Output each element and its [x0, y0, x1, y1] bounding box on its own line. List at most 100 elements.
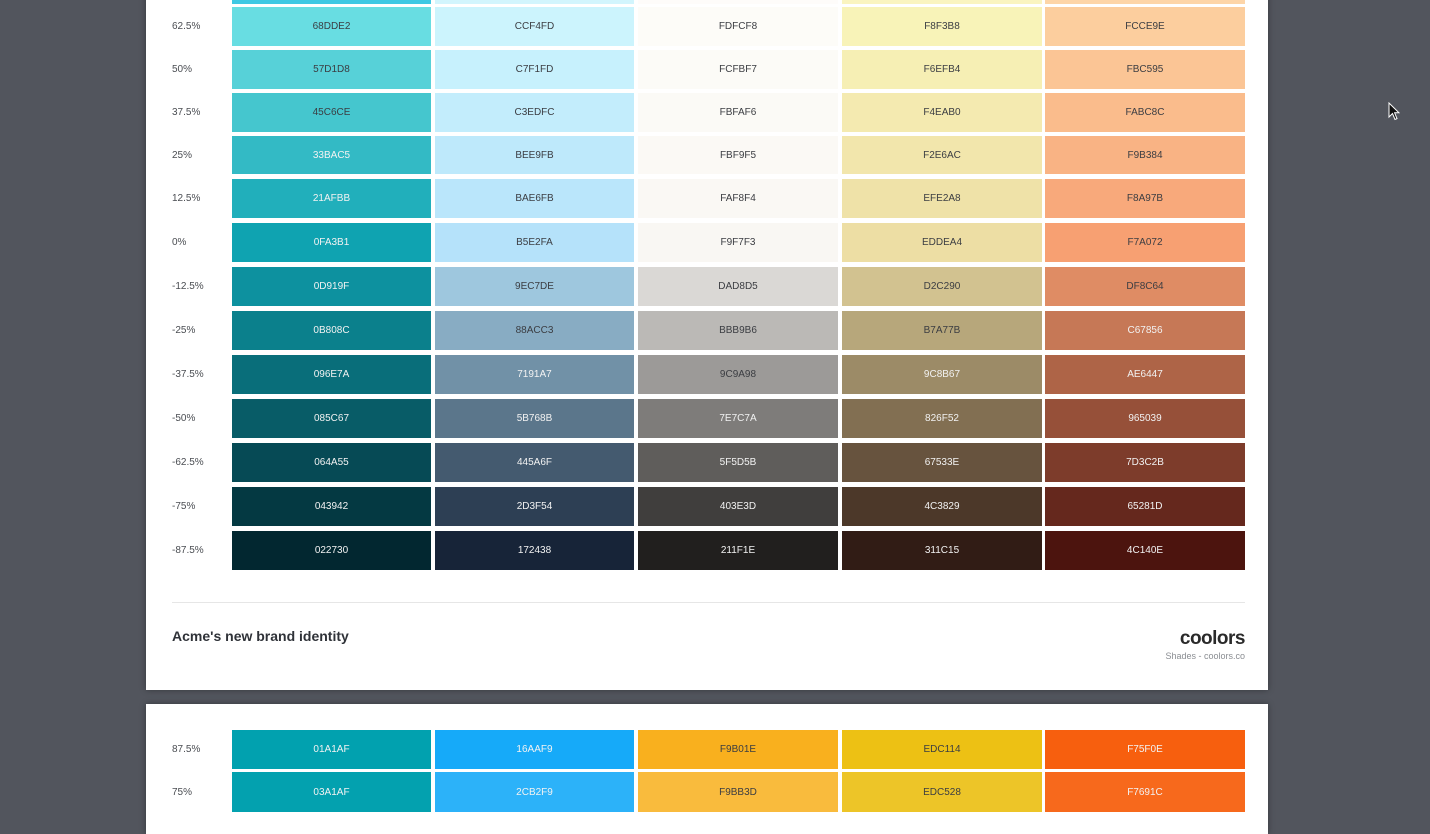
- color-swatch[interactable]: F75F0E: [1045, 730, 1245, 769]
- color-swatch[interactable]: 9C8B67: [842, 355, 1042, 394]
- color-swatch[interactable]: 16AAF9: [435, 730, 634, 769]
- color-swatch[interactable]: DF8C64: [1045, 267, 1245, 306]
- shade-row: -75% 043942 2D3F54 403E3D 4C3829 65281D: [146, 487, 1268, 526]
- color-swatch[interactable]: 064A55: [232, 443, 431, 482]
- color-swatch[interactable]: D2C290: [842, 267, 1042, 306]
- shade-row: [146, 0, 1268, 4]
- color-swatch[interactable]: EFE2A8: [842, 179, 1042, 218]
- color-swatch[interactable]: 7D3C2B: [1045, 443, 1245, 482]
- color-swatch[interactable]: F6EFB4: [842, 50, 1042, 89]
- color-swatch[interactable]: C67856: [1045, 311, 1245, 350]
- color-swatch[interactable]: F8A97B: [1045, 179, 1245, 218]
- color-swatch[interactable]: 7E7C7A: [638, 399, 838, 438]
- color-swatch[interactable]: 096E7A: [232, 355, 431, 394]
- shade-row: -50% 085C67 5B768B 7E7C7A 826F52 965039: [146, 399, 1268, 438]
- color-swatch[interactable]: 5B768B: [435, 399, 634, 438]
- color-swatch[interactable]: DAD8D5: [638, 267, 838, 306]
- shade-percent-label: -50%: [172, 413, 196, 424]
- color-swatch[interactable]: 03A1AF: [232, 772, 431, 812]
- color-swatch[interactable]: [435, 0, 634, 4]
- color-swatch[interactable]: FBFAF6: [638, 93, 838, 132]
- color-swatch[interactable]: FBF9F5: [638, 136, 838, 174]
- shade-percent-label: 37.5%: [172, 107, 201, 118]
- color-swatch[interactable]: 403E3D: [638, 487, 838, 526]
- color-swatch[interactable]: BEE9FB: [435, 136, 634, 174]
- color-swatch[interactable]: 0D919F: [232, 267, 431, 306]
- color-swatch[interactable]: C7F1FD: [435, 50, 634, 89]
- color-swatch[interactable]: 022730: [232, 531, 431, 570]
- color-swatch[interactable]: 9C9A98: [638, 355, 838, 394]
- palette-title: Acme's new brand identity: [172, 628, 349, 644]
- color-swatch[interactable]: EDDEA4: [842, 223, 1042, 262]
- color-swatch[interactable]: [638, 0, 838, 4]
- shade-percent-label: 0%: [172, 237, 187, 248]
- shade-percent-label: 75%: [172, 786, 193, 798]
- palette-page-1: 62.5% 68DDE2 CCF4FD FDFCF8 F8F3B8 FCCE9E 50% 57…: [146, 0, 1268, 690]
- color-swatch[interactable]: [842, 0, 1042, 4]
- shade-row: 0% 0FA3B1 B5E2FA F9F7F3 EDDEA4 F7A072: [146, 223, 1268, 262]
- shade-row: -62.5% 064A55 445A6F 5F5D5B 67533E 7D3C2B: [146, 443, 1268, 482]
- color-swatch[interactable]: 9EC7DE: [435, 267, 634, 306]
- color-swatch[interactable]: FDFCF8: [638, 7, 838, 46]
- color-swatch[interactable]: F4EAB0: [842, 93, 1042, 132]
- color-swatch[interactable]: 45C6CE: [232, 93, 431, 132]
- color-swatch[interactable]: 4C140E: [1045, 531, 1245, 570]
- color-swatch[interactable]: 65281D: [1045, 487, 1245, 526]
- color-swatch[interactable]: 21AFBB: [232, 179, 431, 218]
- color-swatch[interactable]: BAE6FB: [435, 179, 634, 218]
- color-swatch[interactable]: F9BB3D: [638, 772, 838, 812]
- color-swatch[interactable]: 88ACC3: [435, 311, 634, 350]
- color-swatch[interactable]: F2E6AC: [842, 136, 1042, 174]
- color-swatch[interactable]: 2CB2F9: [435, 772, 634, 812]
- color-swatch[interactable]: 211F1E: [638, 531, 838, 570]
- color-swatch[interactable]: 33BAC5: [232, 136, 431, 174]
- color-swatch[interactable]: B7A77B: [842, 311, 1042, 350]
- shade-percent-label: 50%: [172, 64, 193, 75]
- color-swatch[interactable]: FAF8F4: [638, 179, 838, 218]
- coolors-logo: coolors: [1179, 628, 1246, 649]
- color-swatch[interactable]: 5F5D5B: [638, 443, 838, 482]
- color-swatch[interactable]: 68DDE2: [232, 7, 431, 46]
- color-swatch[interactable]: 043942: [232, 487, 431, 526]
- color-swatch[interactable]: FCFBF7: [638, 50, 838, 89]
- color-swatch[interactable]: 826F52: [842, 399, 1042, 438]
- color-swatch[interactable]: 57D1D8: [232, 50, 431, 89]
- color-swatch[interactable]: 0B808C: [232, 311, 431, 350]
- color-swatch[interactable]: 311C15: [842, 531, 1042, 570]
- color-swatch[interactable]: B5E2FA: [435, 223, 634, 262]
- color-swatch[interactable]: 2D3F54: [435, 487, 634, 526]
- color-swatch[interactable]: 7191A7: [435, 355, 634, 394]
- shade-percent-label: 25%: [172, 149, 193, 161]
- color-swatch[interactable]: 4C3829: [842, 487, 1042, 526]
- footer-divider: [172, 602, 1245, 603]
- color-swatch[interactable]: FABC8C: [1045, 93, 1245, 132]
- color-swatch[interactable]: 172438: [435, 531, 634, 570]
- color-swatch[interactable]: [1045, 0, 1245, 4]
- color-swatch[interactable]: F7A072: [1045, 223, 1245, 262]
- color-swatch[interactable]: C3EDFC: [435, 93, 634, 132]
- color-swatch[interactable]: CCF4FD: [435, 7, 634, 46]
- color-swatch[interactable]: EDC528: [842, 772, 1042, 812]
- color-swatch[interactable]: F8F3B8: [842, 7, 1042, 46]
- shade-row: 75% 03A1AF 2CB2F9 F9BB3D EDC528 F7691C: [146, 772, 1268, 812]
- color-swatch[interactable]: AE6447: [1045, 355, 1245, 394]
- color-swatch[interactable]: BBB9B6: [638, 311, 838, 350]
- color-swatch[interactable]: 01A1AF: [232, 730, 431, 769]
- color-swatch[interactable]: 085C67: [232, 399, 431, 438]
- color-swatch[interactable]: FBC595: [1045, 50, 1245, 89]
- color-swatch[interactable]: 445A6F: [435, 443, 634, 482]
- color-swatch[interactable]: F9B384: [1045, 136, 1245, 174]
- color-swatch[interactable]: [232, 0, 431, 4]
- color-swatch[interactable]: 965039: [1045, 399, 1245, 438]
- color-swatch[interactable]: F9F7F3: [638, 223, 838, 262]
- shade-row: 25% 33BAC5 BEE9FB FBF9F5 F2E6AC F9B384: [146, 136, 1268, 174]
- color-swatch[interactable]: F9B01E: [638, 730, 838, 769]
- color-swatch[interactable]: 0FA3B1: [232, 223, 431, 262]
- shade-percent-label: 87.5%: [172, 744, 201, 755]
- shade-row: -25% 0B808C 88ACC3 BBB9B6 B7A77B C67856: [146, 311, 1268, 350]
- color-swatch[interactable]: 67533E: [842, 443, 1042, 482]
- color-swatch[interactable]: EDC114: [842, 730, 1042, 769]
- color-swatch[interactable]: FCCE9E: [1045, 7, 1245, 46]
- color-swatch[interactable]: F7691C: [1045, 772, 1245, 812]
- shade-row: -87.5% 022730 172438 211F1E 311C15 4C140E: [146, 531, 1268, 570]
